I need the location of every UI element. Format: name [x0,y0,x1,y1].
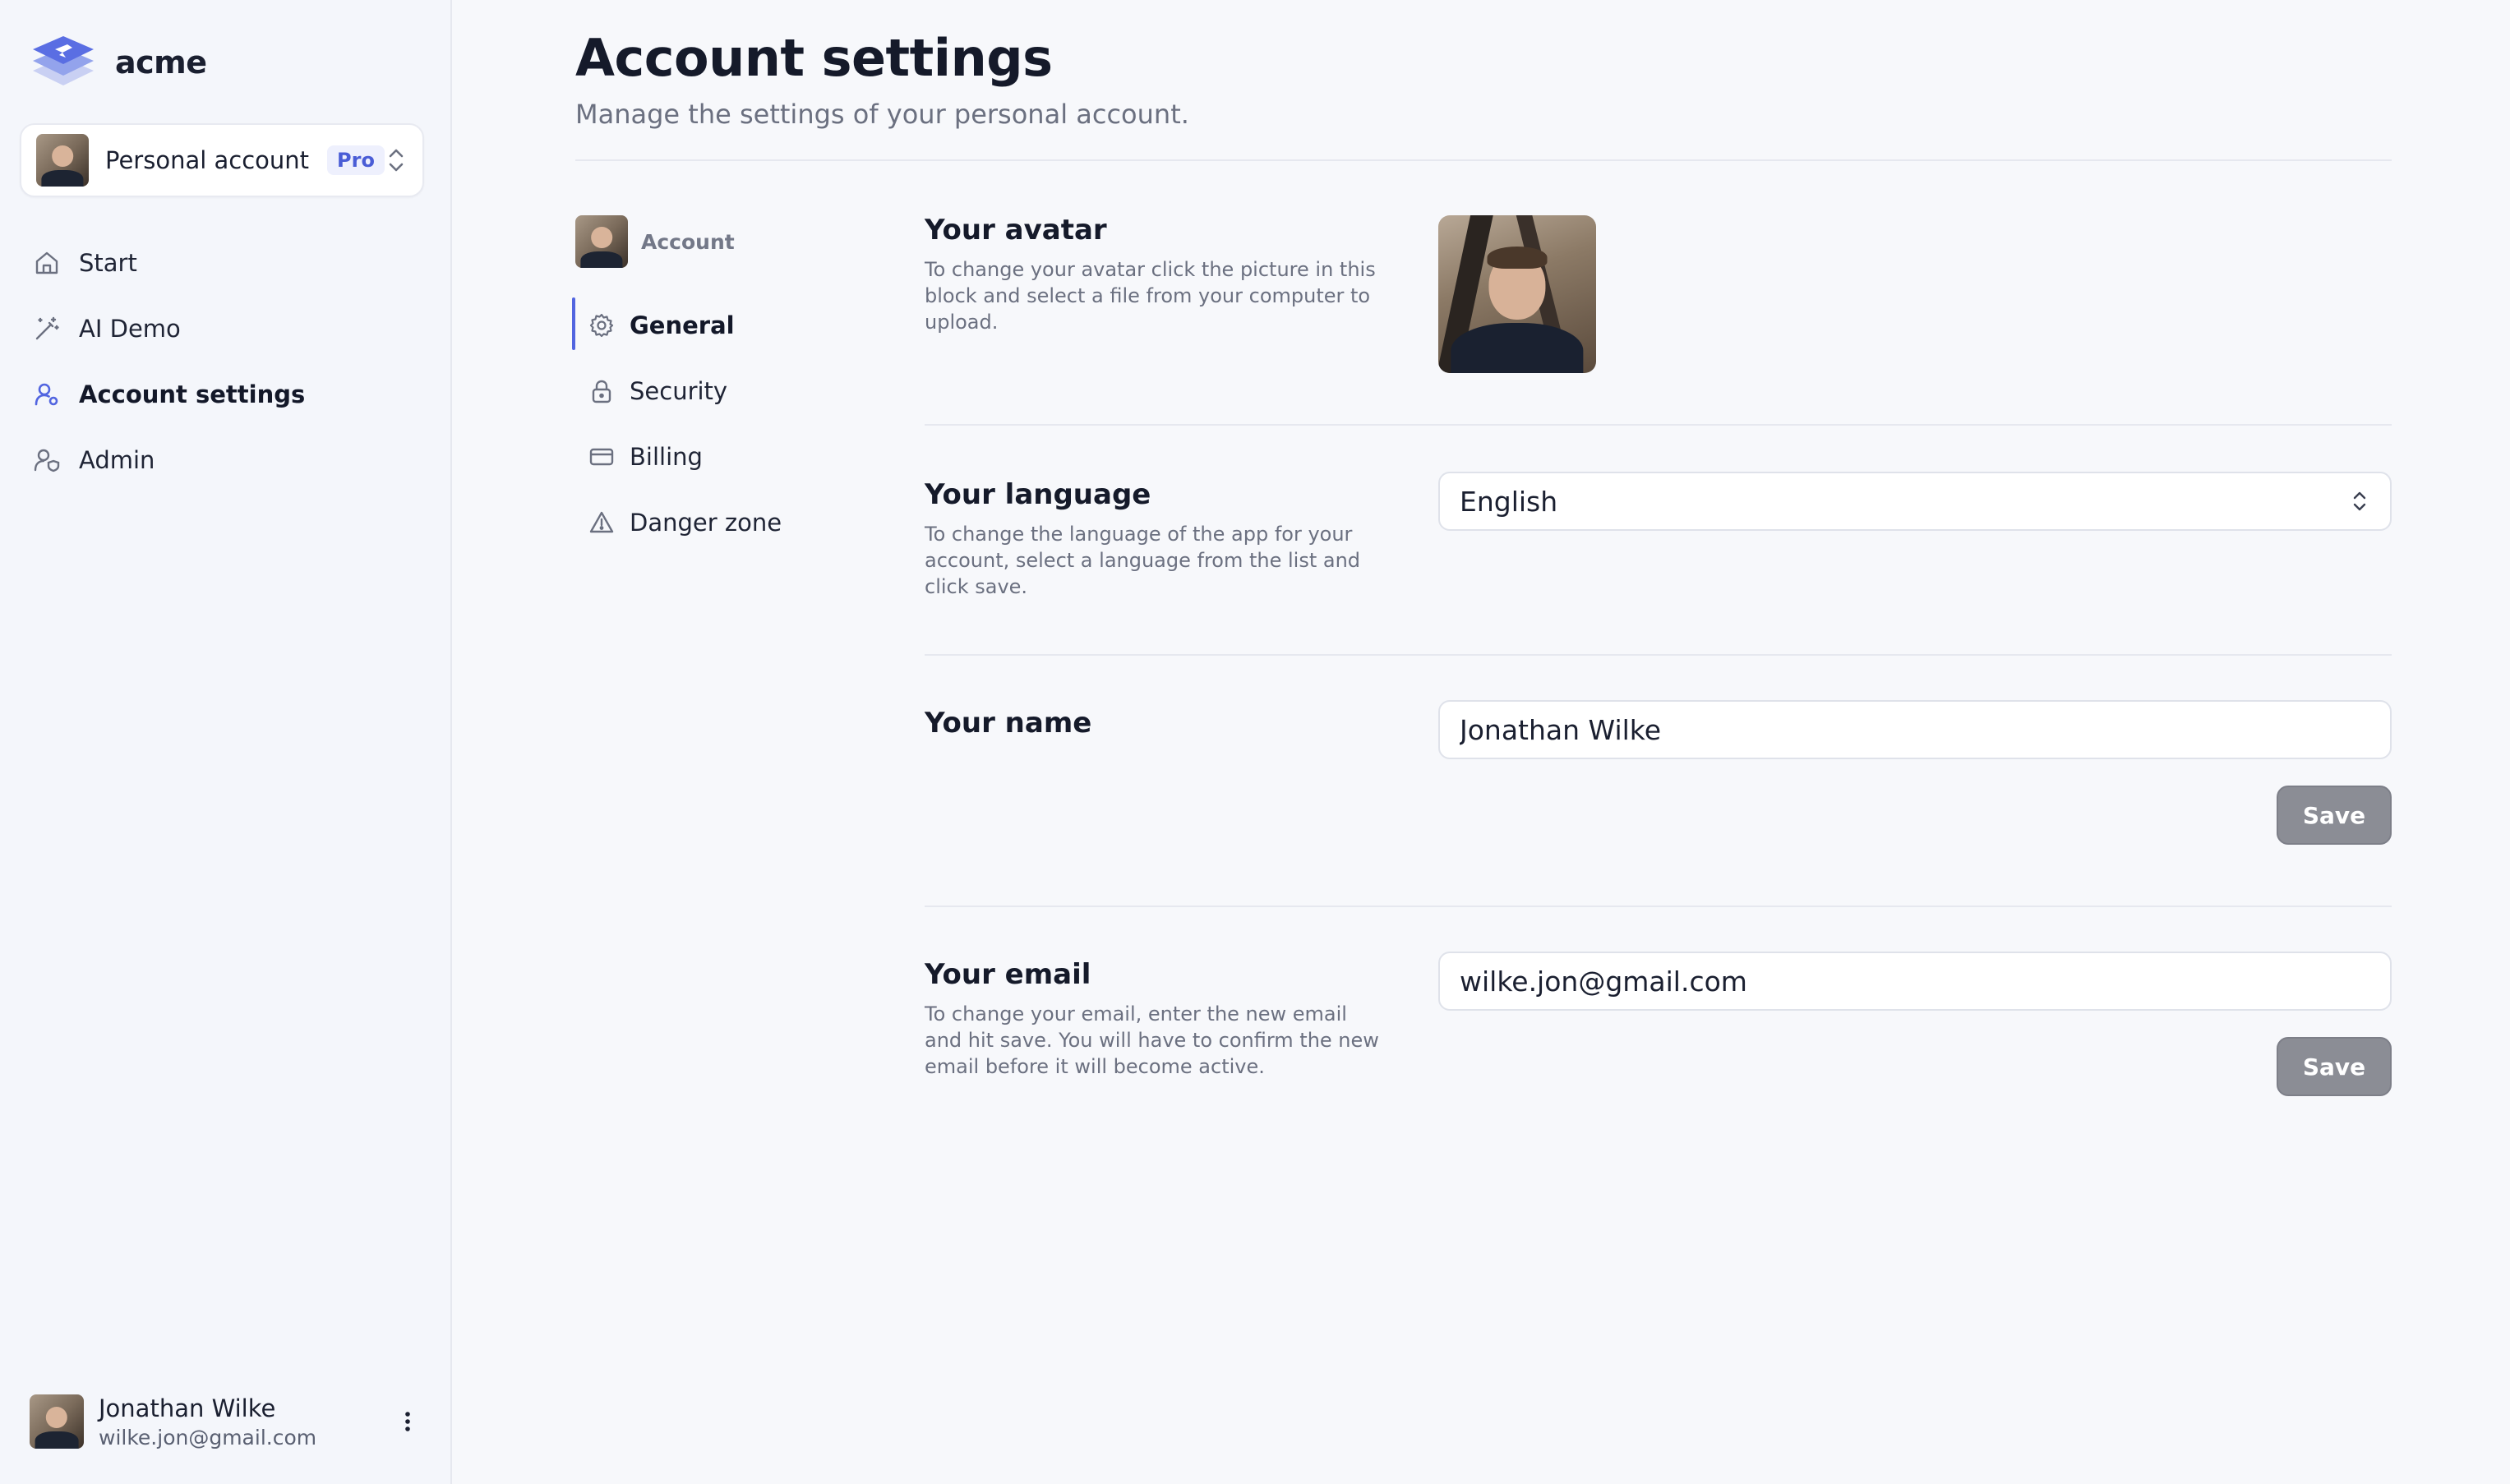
tab-security[interactable]: Security [575,358,871,424]
nav-item-label: Account settings [79,380,306,408]
section-description: To change your avatar click the picture … [925,258,1376,334]
chevron-up-down-icon [389,149,404,172]
acme-logo-icon [33,36,94,85]
section-description: To change the language of the app for yo… [925,523,1361,598]
divider [925,654,2392,656]
gear-icon [589,313,614,338]
page-title: Account settings [575,28,1053,88]
user-meta: Jonathan Wilke wilke.jon@gmail.com [99,1394,316,1449]
nav-item-admin[interactable]: Admin [33,427,419,493]
settings-nav-list: General Security Billing Danger zone [572,293,871,555]
divider [575,159,2392,161]
email-input[interactable] [1460,965,2370,998]
user-menu[interactable]: Jonathan Wilke wilke.jon@gmail.com [30,1389,416,1454]
language-select-value: English [1460,485,1558,518]
avatar [575,215,628,268]
nav-item-label: Start [79,249,137,277]
name-field[interactable] [1438,700,2392,759]
nav-item-label: Admin [79,446,155,474]
more-vertical-icon[interactable] [399,1408,416,1436]
avatar-upload[interactable] [1438,215,1596,373]
tab-label: General [630,311,735,339]
divider [925,906,2392,907]
settings-nav-header-label: Account [641,229,735,254]
avatar [36,134,89,187]
user-shield-icon [34,449,60,472]
divider [925,424,2392,426]
section-title: Your avatar [925,214,1107,247]
magic-wand-icon [35,316,59,340]
home-icon [35,251,58,274]
email-field[interactable] [1438,952,2392,1011]
nav-item-start[interactable]: Start [33,230,419,296]
brand[interactable]: acme [30,33,207,92]
account-switcher-label: Personal account [105,146,310,174]
settings-nav-header: Account [575,215,871,268]
chevron-up-down-icon [2353,491,2366,511]
section-title: Your language [925,478,1151,511]
user-name: Jonathan Wilke [99,1394,276,1422]
section-title: Your email [925,958,1091,991]
tab-danger-zone[interactable]: Danger zone [575,490,871,555]
main-content: Account settings Manage the settings of … [572,0,2392,1484]
credit-card-icon [589,448,614,466]
account-switcher[interactable]: Personal account Pro [20,123,424,197]
main-nav: Start AI Demo Account settings Admin [33,230,419,493]
user-settings-icon [35,383,58,406]
nav-item-account-settings[interactable]: Account settings [33,362,419,427]
sidebar: acme Personal account Pro Start AI Demo [0,0,452,1484]
save-name-button[interactable]: Save [2277,786,2392,845]
plan-badge: Pro [327,145,385,175]
section-title: Your name [925,707,1092,740]
brand-name: acme [115,44,207,81]
tab-label: Security [630,377,728,405]
language-select[interactable]: English [1438,472,2392,531]
nav-item-ai-demo[interactable]: AI Demo [33,296,419,362]
nav-item-label: AI Demo [79,315,181,343]
name-input[interactable] [1460,713,2370,746]
settings-nav: Account General Security Billing Danger … [572,215,871,555]
lock-icon [592,380,611,403]
page-subtitle: Manage the settings of your personal acc… [575,99,1189,130]
tab-billing[interactable]: Billing [575,424,871,490]
tab-label: Danger zone [630,509,782,537]
section-description: To change your email, enter the new emai… [925,1002,1379,1078]
avatar [30,1394,84,1449]
warning-icon [589,511,614,533]
tab-label: Billing [630,443,703,471]
tab-general[interactable]: General [572,293,871,358]
save-email-button[interactable]: Save [2277,1037,2392,1096]
user-email: wilke.jon@gmail.com [99,1425,317,1449]
